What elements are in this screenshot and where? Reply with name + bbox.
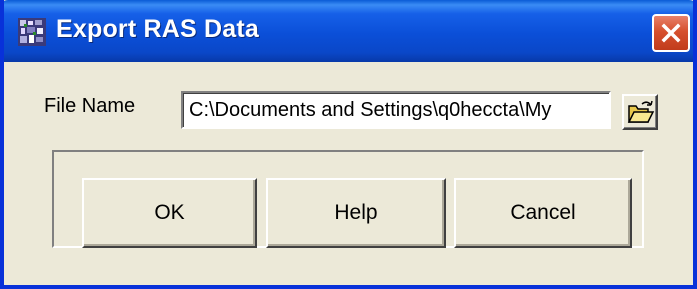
close-button[interactable] [652,14,690,52]
ras-app-icon [18,18,46,46]
file-name-label: File Name [44,95,136,117]
open-folder-icon [627,100,655,123]
cancel-button[interactable]: Cancel [454,178,632,248]
title-bar[interactable]: Export RAS Data [4,0,693,62]
help-button[interactable]: Help [266,178,446,248]
browse-button[interactable] [622,94,658,130]
file-name-input[interactable] [181,91,611,129]
close-icon [661,23,681,43]
ok-button[interactable]: OK [82,178,257,248]
window-title: Export RAS Data [56,15,260,43]
export-ras-dialog: Export RAS Data File Name OK Help Cancel [0,0,697,289]
